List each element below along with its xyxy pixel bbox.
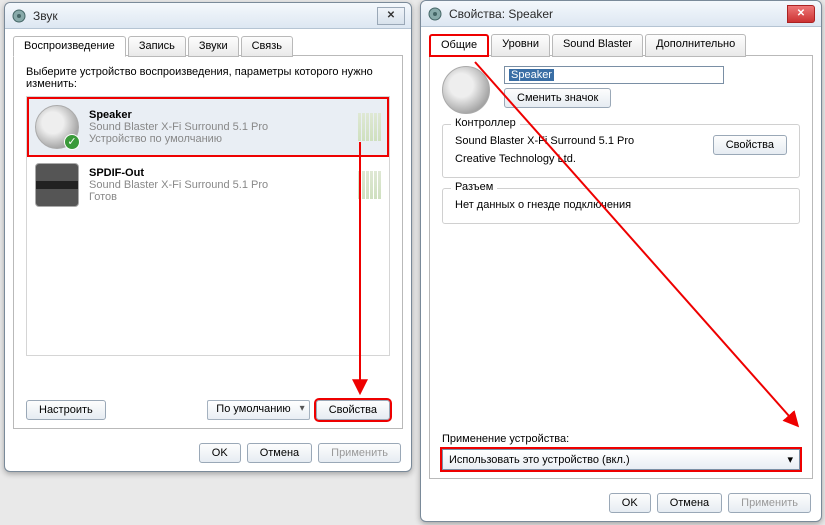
jack-text: Нет данных о гнезде подключения xyxy=(455,199,787,211)
tab-recording[interactable]: Запись xyxy=(128,36,186,57)
device-usage-dropdown[interactable]: Использовать это устройство (вкл.) ▾ xyxy=(442,449,800,470)
properties-title: Свойства: Speaker xyxy=(449,7,787,21)
chevron-down-icon: ▾ xyxy=(787,453,793,466)
sound-dialog-buttons: OK Отмена Применить xyxy=(5,435,411,471)
sound-title: Звук xyxy=(33,9,377,23)
device-action-row: Настроить По умолчанию Свойства xyxy=(26,392,390,420)
properties-window: Свойства: Speaker ✕ Общие Уровни Sound B… xyxy=(420,0,822,522)
device-info: Speaker Sound Blaster X-Fi Surround 5.1 … xyxy=(89,109,348,145)
close-button[interactable]: ✕ xyxy=(377,7,405,25)
speaker-large-icon: ✓ xyxy=(35,105,79,149)
speaker-icon xyxy=(11,8,27,24)
properties-dialog-buttons: OK Отмена Применить xyxy=(421,485,821,521)
configure-button[interactable]: Настроить xyxy=(26,400,106,420)
instruction-text: Выберите устройство воспроизведения, пар… xyxy=(26,66,390,90)
tab-general[interactable]: Общие xyxy=(429,34,489,57)
playback-pane: Выберите устройство воспроизведения, пар… xyxy=(13,55,403,429)
cancel-button[interactable]: Отмена xyxy=(247,443,312,463)
cancel-button[interactable]: Отмена xyxy=(657,493,722,513)
apply-button[interactable]: Применить xyxy=(318,443,401,463)
controller-legend: Контроллер xyxy=(451,117,520,129)
ok-button[interactable]: OK xyxy=(199,443,241,463)
properties-button[interactable]: Свойства xyxy=(316,400,390,420)
jack-group: Разъем Нет данных о гнезде подключения xyxy=(442,188,800,224)
device-name-input[interactable]: Speaker xyxy=(504,66,724,84)
spdif-icon xyxy=(35,163,79,207)
device-speaker[interactable]: ✓ Speaker Sound Blaster X-Fi Surround 5.… xyxy=(29,99,387,155)
device-status: Готов xyxy=(89,191,348,203)
controller-group: Контроллер Sound Blaster X-Fi Surround 5… xyxy=(442,124,800,178)
close-button[interactable]: ✕ xyxy=(787,5,815,23)
level-meter xyxy=(358,171,381,199)
controller-properties-button[interactable]: Свойства xyxy=(713,135,787,155)
properties-tabs: Общие Уровни Sound Blaster Дополнительно xyxy=(429,33,813,56)
tab-communications[interactable]: Связь xyxy=(241,36,293,57)
change-icon-button[interactable]: Сменить значок xyxy=(504,88,611,108)
tab-advanced[interactable]: Дополнительно xyxy=(645,34,746,57)
set-default-dropdown[interactable]: По умолчанию xyxy=(207,400,309,420)
apply-button[interactable]: Применить xyxy=(728,493,811,513)
properties-titlebar: Свойства: Speaker ✕ xyxy=(421,1,821,27)
device-driver: Sound Blaster X-Fi Surround 5.1 Pro xyxy=(89,121,348,133)
device-status: Устройство по умолчанию xyxy=(89,133,348,145)
default-check-icon: ✓ xyxy=(64,134,80,150)
device-name: SPDIF-Out xyxy=(89,167,348,179)
ok-button[interactable]: OK xyxy=(609,493,651,513)
sound-window: Звук ✕ Воспроизведение Запись Звуки Связ… xyxy=(4,2,412,472)
speaker-icon xyxy=(427,6,443,22)
usage-label: Применение устройства: xyxy=(442,433,800,445)
device-info: SPDIF-Out Sound Blaster X-Fi Surround 5.… xyxy=(89,167,348,203)
jack-legend: Разъем xyxy=(451,181,497,193)
device-driver: Sound Blaster X-Fi Surround 5.1 Pro xyxy=(89,179,348,191)
sound-titlebar: Звук ✕ xyxy=(5,3,411,29)
sound-tabs: Воспроизведение Запись Звуки Связь xyxy=(13,35,403,56)
level-meter xyxy=(358,113,381,141)
controller-vendor: Creative Technology Ltd. xyxy=(455,153,701,165)
device-name: Speaker xyxy=(89,109,348,121)
controller-device: Sound Blaster X-Fi Surround 5.1 Pro xyxy=(455,135,701,147)
tab-levels[interactable]: Уровни xyxy=(491,34,550,57)
device-spdif[interactable]: SPDIF-Out Sound Blaster X-Fi Surround 5.… xyxy=(29,157,387,213)
general-pane: Speaker Сменить значок Контроллер Sound … xyxy=(429,55,813,479)
device-big-icon xyxy=(442,66,490,114)
name-row: Speaker Сменить значок xyxy=(442,66,800,114)
tab-soundblaster[interactable]: Sound Blaster xyxy=(552,34,643,57)
device-list: ✓ Speaker Sound Blaster X-Fi Surround 5.… xyxy=(26,96,390,356)
tab-playback[interactable]: Воспроизведение xyxy=(13,36,126,57)
tab-sounds[interactable]: Звуки xyxy=(188,36,239,57)
